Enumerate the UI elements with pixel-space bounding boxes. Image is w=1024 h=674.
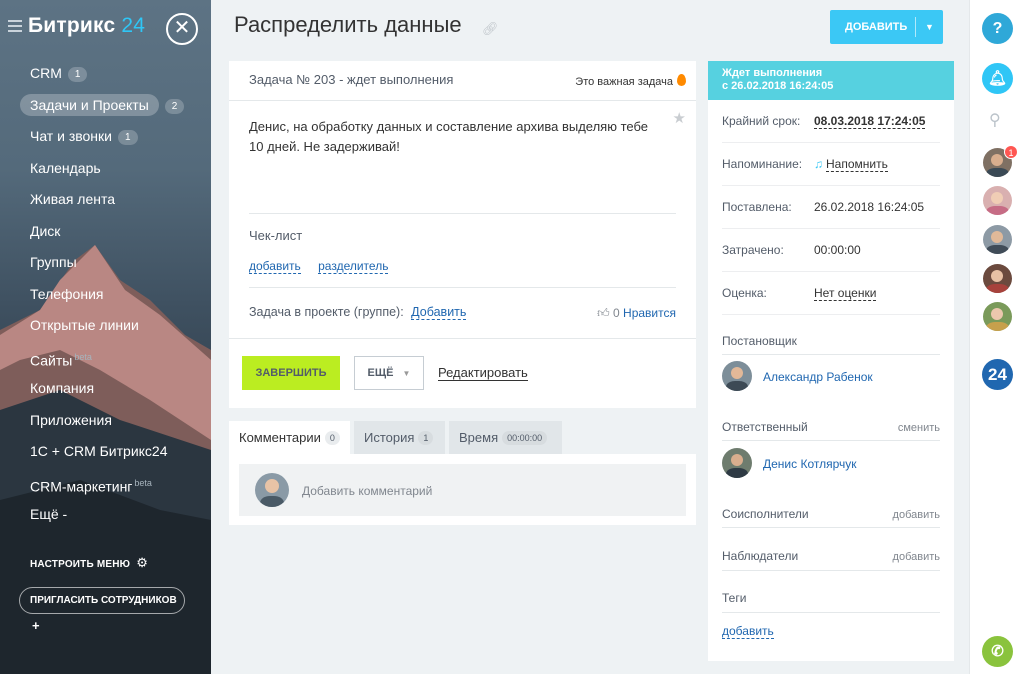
gear-icon: ⚙ (136, 555, 149, 570)
checklist-add-link[interactable]: добавить (249, 259, 301, 274)
thumbs-up-icon: 👍︎ (597, 306, 610, 320)
tags-title: Теги (722, 591, 747, 605)
plus-icon: + (32, 618, 40, 633)
add-tag-link[interactable]: добавить (722, 624, 774, 639)
bell-icon[interactable]: 🔔︎ (982, 63, 1013, 94)
tab-time[interactable]: Время 00:00:00 (449, 421, 562, 454)
add-coexecutor-link[interactable]: добавить (893, 509, 940, 521)
complete-button[interactable]: ЗАВЕРШИТЬ (242, 356, 340, 390)
configure-menu-button[interactable]: НАСТРОИТЬ МЕНЮ ⚙ (30, 555, 148, 571)
avatar (722, 361, 752, 391)
sidebar-item-feed[interactable]: Живая лента (19, 186, 204, 218)
sidebar-item-calendar[interactable]: Календарь (19, 155, 204, 187)
task-details-panel: Крайний срок: 08.03.2018 17:24:05 Напомин… (708, 100, 954, 661)
chat-avatar-4[interactable] (983, 264, 1012, 293)
help-icon[interactable]: ? (982, 13, 1013, 44)
spent-row: Затрачено: 00:00:00 (722, 229, 940, 272)
sidebar-item-counter: 1 (67, 67, 88, 82)
button-divider (915, 17, 916, 37)
change-responsible-link[interactable]: сменить (898, 422, 940, 434)
app-logo[interactable]: Битрикс 24 (8, 14, 145, 38)
comment-placeholder: Добавить комментарий (302, 484, 433, 498)
creator-title: Постановщик (722, 334, 797, 348)
add-comment-field[interactable]: Добавить комментарий (239, 464, 686, 516)
sidebar-item-counter: 1 (117, 130, 138, 145)
responsible-title: Ответственный (722, 420, 808, 434)
sidebar-item-counter: 2 (164, 98, 185, 114)
link-icon[interactable]: 🔗︎ (482, 21, 499, 37)
deadline-value[interactable]: 08.03.2018 17:24:05 (814, 114, 926, 129)
chat-avatar-3[interactable] (983, 225, 1012, 254)
sidebar-item-disk[interactable]: Диск (19, 218, 204, 250)
chat-avatar-5[interactable] (983, 302, 1012, 331)
checklist-title: Чек-лист (249, 228, 303, 243)
created-row: Поставлена: 26.02.2018 16:24:05 (722, 186, 940, 229)
sidebar-item-chat[interactable]: Чат и звонки 1 (19, 123, 204, 155)
chat-avatar-2[interactable] (983, 186, 1012, 215)
tab-comments[interactable]: Комментарии 0 (229, 421, 350, 454)
rating-row: Оценка: Нет оценки (722, 272, 940, 315)
divider (722, 612, 940, 613)
close-sidebar-button[interactable]: ✕ (166, 13, 198, 45)
checklist-separator-link[interactable]: разделитель (318, 259, 389, 274)
bitrix24-icon[interactable]: 24 (982, 359, 1013, 390)
star-icon[interactable]: ★ (673, 109, 686, 127)
sidebar-item-sites[interactable]: Сайты beta (19, 344, 204, 376)
deadline-row: Крайний срок: 08.03.2018 17:24:05 (722, 100, 940, 143)
invite-employees-button[interactable]: ПРИГЛАСИТЬ СОТРУДНИКОВ + (19, 587, 185, 633)
rating-value[interactable]: Нет оценки (814, 286, 877, 301)
avatar (255, 473, 289, 507)
sidebar-menu: CRM 1 Задачи и Проекты 2 Чат и звонки 1 Кал… (19, 60, 204, 533)
project-add-link[interactable]: Добавить (411, 305, 467, 320)
sidebar-item-apps[interactable]: Приложения (19, 407, 204, 439)
notification-badge: 1 (1004, 145, 1018, 159)
sidebar-item-groups[interactable]: Группы (19, 249, 204, 281)
comments-panel: Добавить комментарий (229, 454, 696, 525)
more-button[interactable]: ЕЩЁ ▼ (354, 356, 424, 390)
sidebar-item-crm-marketing[interactable]: CRM-маркетинг beta (19, 470, 204, 502)
menu-icon[interactable] (8, 17, 22, 35)
sidebar-item-crm[interactable]: CRM 1 (19, 60, 204, 92)
flame-icon (677, 74, 686, 86)
status-banner: Ждет выполнения с 26.02.2018 16:24:05 (708, 61, 954, 100)
checklist-actions: добавить разделитель (249, 259, 402, 274)
page-title: Распределить данные (234, 12, 462, 37)
divider (249, 213, 676, 214)
divider (722, 527, 940, 528)
search-icon[interactable]: ⚲ (989, 110, 1001, 130)
observers-title: Наблюдатели (722, 549, 799, 563)
divider (722, 354, 940, 355)
sidebar-item-tasks[interactable]: Задачи и Проекты 2 (19, 92, 204, 124)
sidebar-item-1c[interactable]: 1С + CRM Битрикс24 (19, 438, 204, 470)
tab-history[interactable]: История 1 (354, 421, 445, 454)
divider (722, 440, 940, 441)
edit-link[interactable]: Редактировать (438, 365, 528, 381)
right-bar: ? 🔔︎ ⚲ 1 24 ✆ (969, 0, 1024, 674)
important-task-toggle[interactable]: Это важная задача (575, 74, 686, 88)
sidebar-item-more[interactable]: Ещё - (19, 501, 204, 533)
divider (229, 338, 696, 339)
task-description: Денис, на обработку данных и составление… (249, 119, 648, 154)
coexecutors-title: Соисполнители (722, 507, 809, 521)
chevron-down-icon: ▼ (402, 369, 411, 378)
sidebar-item-openlines[interactable]: Открытые линии (19, 312, 204, 344)
chevron-down-icon[interactable]: ▼ (925, 10, 934, 44)
left-sidebar: Битрикс 24 ✕ CRM 1 Задачи и Проекты 2 Чат … (0, 0, 211, 674)
sidebar-item-company[interactable]: Компания (19, 375, 204, 407)
reminder-button[interactable]: ♫ Напомнить (814, 157, 888, 172)
bell-icon: ♫ (814, 157, 823, 171)
sidebar-item-telephony[interactable]: Телефония (19, 281, 204, 313)
divider (722, 570, 940, 571)
reminder-row: Напоминание: ♫ Напомнить (722, 143, 940, 186)
project-row: Задача в проекте (группе): Добавить (249, 305, 467, 320)
divider (249, 287, 676, 288)
add-button[interactable]: ДОБАВИТЬ ▼ (830, 10, 943, 44)
task-card: Задача № 203 - ждет выполнения Это важна… (229, 61, 696, 408)
add-observer-link[interactable]: добавить (893, 551, 940, 563)
avatar (722, 448, 752, 478)
phone-icon[interactable]: ✆ (982, 636, 1013, 667)
like-button[interactable]: 👍︎ 0 Нравится (597, 306, 676, 321)
